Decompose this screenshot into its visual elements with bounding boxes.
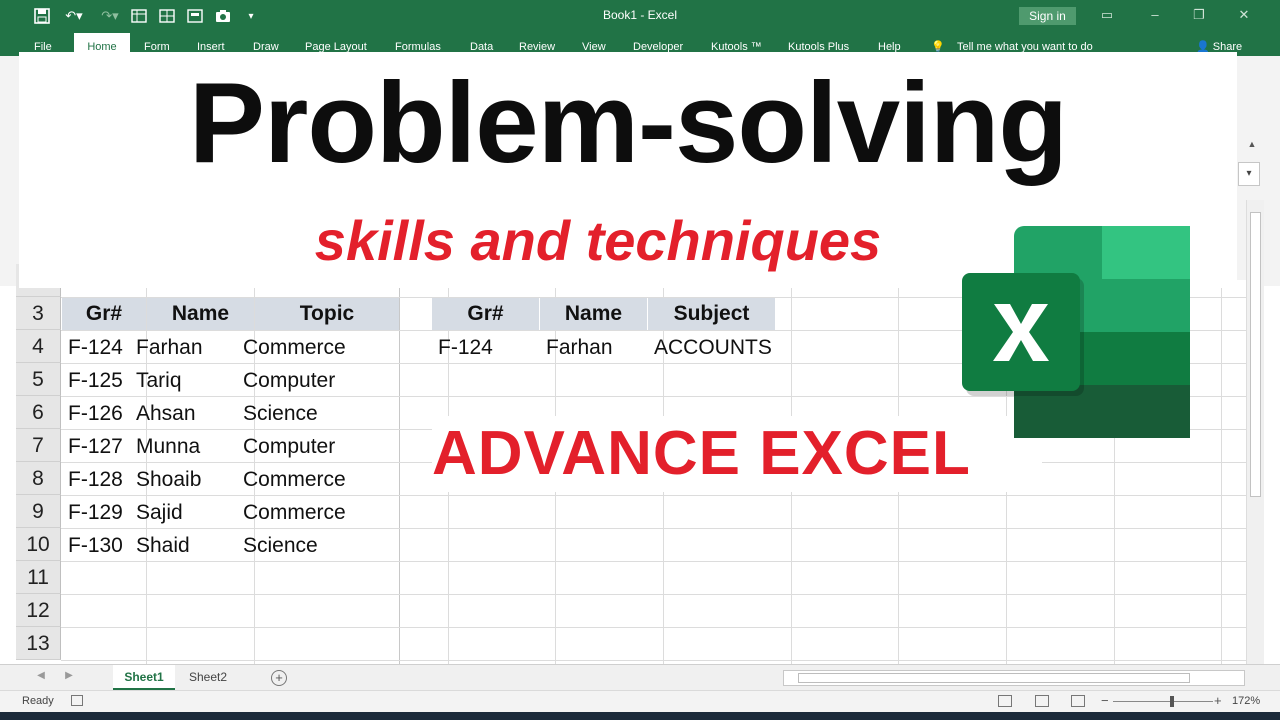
table1-header-cell[interactable]: Topic: [255, 298, 399, 330]
zoom-slider-thumb[interactable]: [1170, 696, 1174, 707]
redo-icon[interactable]: ↷▾: [96, 7, 124, 25]
table1-cell[interactable]: Sajid: [130, 496, 183, 529]
table1-cell[interactable]: F-126: [62, 397, 123, 430]
table1-cell[interactable]: Science: [237, 529, 318, 562]
zoom-in-icon[interactable]: +: [1214, 693, 1222, 708]
sheet-tabs-bar: ◀ ▶ Sheet1 Sheet2 +: [0, 664, 1280, 690]
row-header[interactable]: 12: [16, 594, 61, 627]
table2-header-cell[interactable]: Name: [540, 298, 647, 330]
status-bar: Ready − + 172%: [0, 690, 1280, 712]
table1-cell[interactable]: F-129: [62, 496, 123, 529]
table1-header-cell[interactable]: Name: [147, 298, 254, 330]
row-header[interactable]: 10: [16, 528, 61, 561]
table1-cell[interactable]: Ahsan: [130, 397, 196, 430]
vertical-scroll-thumb[interactable]: [1250, 212, 1261, 497]
undo-icon[interactable]: ↶▾: [60, 7, 88, 25]
row-header[interactable]: 8: [16, 462, 61, 495]
next-sheet-icon[interactable]: ▶: [62, 670, 76, 684]
row-header[interactable]: 5: [16, 363, 61, 396]
table1-cell[interactable]: Munna: [130, 430, 200, 463]
close-icon[interactable]: ✕: [1235, 6, 1253, 24]
ribbon-display-icon[interactable]: ▭: [1098, 6, 1116, 24]
table1-cell[interactable]: F-130: [62, 529, 123, 562]
table1-cell[interactable]: F-127: [62, 430, 123, 463]
table1-cell[interactable]: F-124: [62, 331, 123, 364]
table1-cell[interactable]: Shaid: [130, 529, 190, 562]
sheet-tab-sheet1[interactable]: Sheet1: [113, 665, 175, 690]
restore-icon[interactable]: ❐: [1190, 6, 1208, 24]
taskbar: [0, 712, 1280, 720]
status-ready: Ready: [22, 695, 54, 707]
excel-logo-icon: [962, 226, 1192, 440]
table1-cell[interactable]: Commerce: [237, 331, 346, 364]
row-header[interactable]: 6: [16, 396, 61, 429]
table2-cell[interactable]: F-124: [432, 331, 493, 364]
row-header[interactable]: 9: [16, 495, 61, 528]
table1-cell[interactable]: F-125: [62, 364, 123, 397]
table-icon[interactable]: [158, 7, 176, 25]
sign-in-button[interactable]: Sign in: [1019, 7, 1076, 25]
advance-excel-label: ADVANCE EXCEL: [432, 416, 1042, 492]
form-icon[interactable]: [130, 7, 148, 25]
table1-cell[interactable]: Computer: [237, 364, 335, 397]
table1-cell[interactable]: Farhan: [130, 331, 203, 364]
row-header[interactable]: 4: [16, 330, 61, 363]
page-layout-view-icon[interactable]: [1035, 695, 1049, 707]
table2-cell[interactable]: ACCOUNTS: [648, 331, 772, 364]
table2-header-cell[interactable]: Gr#: [432, 298, 539, 330]
page-break-view-icon[interactable]: [1071, 695, 1085, 707]
save-icon[interactable]: [33, 7, 51, 25]
excel-window: ↶▾ ↷▾ ▾ Book1 - Excel Sign in ▭ – ❐ ✕ Fi…: [0, 0, 1280, 720]
minimize-icon[interactable]: –: [1146, 6, 1164, 24]
table1-cell[interactable]: Shoaib: [130, 463, 201, 496]
table1-cell[interactable]: Commerce: [237, 463, 346, 496]
formula-bar-expand-icon[interactable]: ▾: [1238, 162, 1260, 186]
table1-cell[interactable]: Commerce: [237, 496, 346, 529]
vertical-scrollbar[interactable]: [1246, 200, 1264, 664]
customize-qat-icon[interactable]: ▾: [244, 7, 258, 25]
horizontal-scrollbar[interactable]: [783, 670, 1245, 686]
table2-header-cell[interactable]: Subject: [648, 298, 775, 330]
normal-view-icon[interactable]: [998, 695, 1012, 707]
macro-record-icon[interactable]: [71, 695, 83, 706]
camera-icon[interactable]: [214, 7, 232, 25]
zoom-level[interactable]: 172%: [1232, 695, 1260, 707]
table1-cell[interactable]: Computer: [237, 430, 335, 463]
row-header[interactable]: 7: [16, 429, 61, 462]
title-bar: ↶▾ ↷▾ ▾ Book1 - Excel Sign in ▭ – ❐ ✕ Fi…: [0, 0, 1280, 56]
grid-icon[interactable]: [186, 7, 204, 25]
table1-cell[interactable]: F-128: [62, 463, 123, 496]
table1-cell[interactable]: Science: [237, 397, 318, 430]
table1-cell[interactable]: Tariq: [130, 364, 182, 397]
row-header[interactable]: 3: [16, 297, 61, 330]
horizontal-scroll-thumb[interactable]: [798, 673, 1190, 683]
row-header[interactable]: 13: [16, 627, 61, 660]
zoom-slider[interactable]: [1113, 701, 1213, 702]
row-header[interactable]: 11: [16, 561, 61, 594]
table1-header-cell[interactable]: Gr#: [62, 298, 146, 330]
sheet-tab-sheet2[interactable]: Sheet2: [178, 665, 238, 690]
prev-sheet-icon[interactable]: ◀: [34, 670, 48, 684]
add-sheet-icon[interactable]: +: [271, 670, 287, 686]
table2-cell[interactable]: Farhan: [540, 331, 613, 364]
ribbon-scroll-up-icon[interactable]: ▲: [1244, 139, 1260, 153]
banner-title: Problem-solving: [188, 60, 1068, 187]
zoom-out-icon[interactable]: −: [1101, 693, 1109, 708]
